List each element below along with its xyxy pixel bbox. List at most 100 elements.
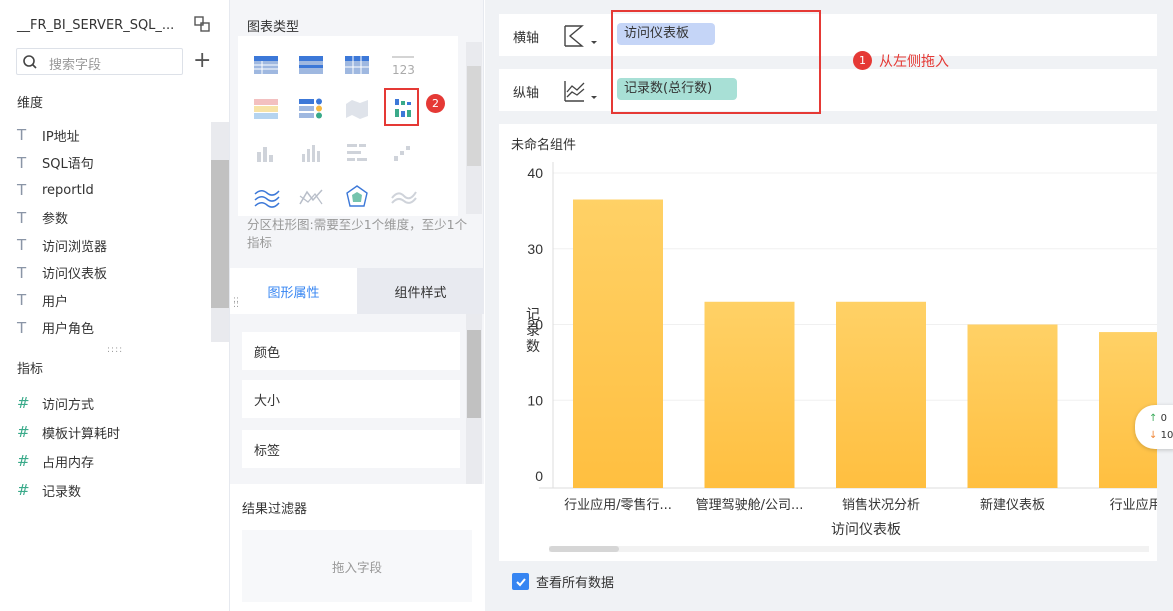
tab-component-style[interactable]: 组件样式	[357, 268, 484, 314]
bar-chart-icon[interactable]	[251, 138, 281, 168]
number-type-icon: #	[17, 481, 30, 499]
bar	[836, 301, 926, 488]
dimension-field-label: 访问浏览器	[42, 239, 108, 255]
dot-table-icon[interactable]	[296, 94, 326, 124]
h-scrollbar-thumb	[549, 546, 619, 552]
dimension-field-label: 参数	[42, 212, 69, 227]
property-label[interactable]: 标签	[242, 430, 460, 468]
property-size[interactable]: 大小	[242, 380, 460, 418]
x-axis-label: 横轴	[513, 31, 540, 46]
dimension-scrollbar[interactable]	[211, 122, 229, 342]
filter-drop-zone[interactable]: 拖入字段	[242, 530, 472, 602]
graph-properties: 颜色 大小 标签	[230, 314, 484, 484]
metric-field-label: 记录数	[42, 484, 82, 500]
dimension-field[interactable]: T 访问浏览器	[17, 234, 107, 256]
metrics-title: 指标	[17, 362, 44, 377]
metric-field[interactable]: # 访问方式	[17, 392, 94, 414]
stream-chart-icon[interactable]	[388, 182, 418, 212]
dimension-field[interactable]: T 用户	[17, 289, 68, 311]
x-tick-label: 销售状况分析	[842, 497, 920, 513]
bar-chart: 010203040记录数行业应用/零售行... 管理驾驶舱/公司... 销售状况分析…	[526, 162, 1157, 552]
tip-up-value: 0	[1160, 413, 1167, 424]
x-tick-label: 行业应用/零售行...	[564, 497, 672, 513]
dimension-field-label: IP地址	[42, 129, 80, 145]
x-tick-label: 行业应用/...	[1110, 497, 1157, 513]
cross-table-icon[interactable]	[342, 50, 372, 80]
metric-field[interactable]: # 占用内存	[17, 450, 94, 472]
map-icon[interactable]	[342, 94, 372, 124]
view-all-data-row[interactable]: 查看所有数据	[512, 572, 614, 591]
color-table-icon[interactable]	[251, 94, 281, 124]
x-axis-type-icon[interactable]	[562, 23, 602, 49]
dimension-field[interactable]: TreportId	[17, 179, 94, 201]
dimension-field-label: SQL语句	[42, 157, 94, 172]
tab-graph-properties[interactable]: 图形属性	[230, 268, 357, 314]
x-tick-label: 新建仪表板	[980, 497, 1045, 513]
dimensions-title: 维度	[17, 96, 44, 111]
panel-resize-handle[interactable]: ::::	[233, 296, 239, 310]
y-tick-label: 10	[527, 392, 543, 408]
step-2-badge: 2	[426, 94, 445, 113]
view-all-checkbox[interactable]	[512, 573, 529, 590]
dimension-field-label: 用户角色	[42, 322, 95, 337]
metric-field[interactable]: # 记录数	[17, 479, 81, 501]
property-color[interactable]: 颜色	[242, 332, 460, 370]
radar-chart-icon[interactable]	[342, 182, 372, 212]
area-chart-icon[interactable]	[251, 182, 281, 212]
number-type-icon: #	[17, 452, 30, 470]
dimension-field[interactable]: T 访问仪表板	[17, 262, 107, 284]
tip-down-value: 10	[1160, 430, 1173, 441]
line-chart-icon[interactable]	[296, 182, 326, 212]
result-filter-title: 结果过滤器	[242, 502, 308, 517]
dimension-field[interactable]: T SQL语句	[17, 152, 94, 174]
y-tick-label: 0	[535, 468, 543, 484]
metric-field[interactable]: # 模板计算耗时	[17, 421, 120, 443]
search-field-input[interactable]: 搜索字段	[16, 48, 183, 75]
dimension-field-label: 用户	[42, 294, 69, 310]
dimension-field[interactable]: T IP地址	[17, 124, 80, 146]
grouped-table-icon[interactable]	[296, 50, 326, 80]
y-axis-type-icon[interactable]	[562, 78, 602, 104]
search-icon	[23, 55, 37, 69]
text-type-icon: T	[17, 153, 27, 172]
table-icon[interactable]	[251, 50, 281, 80]
dimension-field-label: reportId	[42, 182, 94, 198]
switch-dataset-icon[interactable]	[193, 15, 211, 33]
add-field-button[interactable]: +	[193, 49, 211, 73]
highlight-partition-bar	[384, 88, 419, 126]
text-type-icon: T	[17, 236, 27, 254]
h-scrollbar-track	[549, 546, 1149, 552]
bar	[967, 324, 1058, 488]
y-axis-title-char: 记	[526, 307, 540, 323]
dimension-field[interactable]: T 用户角色	[17, 317, 94, 339]
kpi-number-icon[interactable]: 123	[388, 50, 418, 80]
chart-type-scrollbar[interactable]	[466, 42, 482, 214]
text-type-icon: T	[17, 126, 27, 144]
grouped-bar-icon[interactable]	[296, 138, 326, 168]
metric-field-label: 模板计算耗时	[42, 426, 121, 442]
highlight-axis-fields	[611, 10, 821, 114]
chart-widget: 未命名组件 0 10 20 30 40 记录数行业应用/零售行... 管理驾驶舱/公司...…	[499, 124, 1157, 561]
step-1-badge: 1	[853, 51, 872, 70]
y-axis-title-char: 数	[526, 339, 540, 355]
property-scrollbar[interactable]	[466, 314, 482, 484]
resize-handle[interactable]: ::::	[107, 345, 123, 355]
search-placeholder: 搜索字段	[49, 58, 102, 73]
metric-field-label: 占用内存	[42, 455, 95, 471]
x-axis-title: 访问仪表板	[831, 522, 901, 538]
y-axis-label: 纵轴	[513, 86, 540, 101]
y-tick-label: 40	[527, 165, 543, 181]
stacked-bar-icon[interactable]	[388, 138, 418, 168]
arrow-down-icon: ↓	[1149, 430, 1158, 441]
dataset-name[interactable]: __FR_BI_SERVER_SQL_...	[17, 18, 174, 33]
trend-tooltip: ↑ 0 ↓ 10	[1135, 405, 1173, 449]
bar	[704, 301, 795, 488]
text-type-icon: T	[17, 318, 27, 337]
dimension-field[interactable]: T 参数	[17, 207, 68, 229]
dimension-field-label: 访问仪表板	[42, 267, 108, 282]
y-axis-title-char: 录	[526, 323, 540, 339]
horizontal-bar-icon[interactable]	[342, 138, 372, 168]
chart-editor: 横轴 访问仪表板 纵轴 记录数(总行数) 1 从左侧拖入 未命名组件 0 10 20…	[485, 0, 1173, 611]
chart-type-title: 图表类型	[247, 20, 300, 35]
number-type-icon: #	[17, 394, 30, 412]
